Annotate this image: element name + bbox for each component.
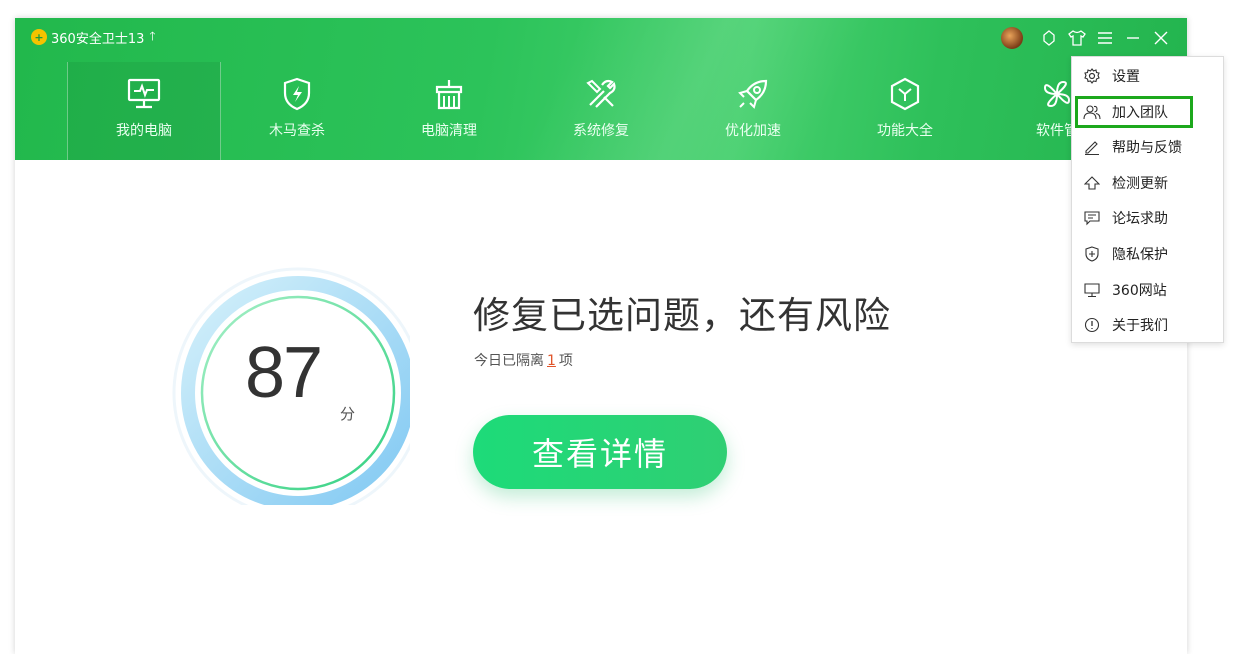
score-value: 87 [245, 333, 323, 413]
arrow-up-icon [1083, 174, 1101, 192]
cube-icon [889, 76, 921, 112]
gear-icon [1083, 67, 1101, 85]
menu-item-check-update[interactable]: 检测更新 [1072, 166, 1223, 200]
main-nav: 我的电脑 木马查杀 电脑清理 系统修复 优化加速 功能大全 软件管 [67, 62, 1133, 160]
menu-item-label: 加入团队 [1112, 105, 1168, 121]
nav-label: 我的电脑 [116, 123, 172, 139]
score-unit: 分 [340, 405, 356, 423]
nav-item-trojan-scan[interactable]: 木马查杀 [221, 62, 373, 160]
menu-item-label: 360网站 [1112, 283, 1167, 299]
close-icon[interactable] [1147, 24, 1175, 52]
pen-icon [1083, 138, 1101, 156]
window-controls [1001, 24, 1175, 52]
monitor-icon [127, 76, 161, 112]
menu-item-label: 帮助与反馈 [1112, 140, 1182, 156]
rocket-icon [736, 76, 770, 112]
menu-item-help-feedback[interactable]: 帮助与反馈 [1072, 130, 1223, 164]
menu-item-settings[interactable]: 设置 [1072, 59, 1223, 93]
team-icon [1083, 103, 1101, 121]
info-icon [1083, 316, 1101, 334]
nav-label: 电脑清理 [421, 123, 477, 139]
menu-item-about[interactable]: 关于我们 [1072, 308, 1223, 342]
nav-item-all-features[interactable]: 功能大全 [829, 62, 981, 160]
main-menu-icon[interactable] [1091, 24, 1119, 52]
quarantine-suffix: 项 [558, 353, 573, 369]
nav-label: 木马查杀 [269, 123, 325, 139]
quarantine-prefix: 今日已隔离 [474, 353, 544, 369]
header-bar: + 360安全卫士13 🡑 我的电脑 木马查杀 电脑清理 系统修复 优化加速 功… [15, 18, 1187, 160]
wrench-icon [584, 76, 618, 112]
privacy-shield-icon [1083, 245, 1101, 263]
nav-label: 系统修复 [573, 123, 629, 139]
app-title: + 360安全卫士13 🡑 [31, 27, 156, 48]
status-headline: 修复已选问题，还有风险 [473, 294, 891, 337]
broom-icon [433, 76, 465, 112]
app-logo-icon: + [31, 29, 47, 45]
avatar[interactable] [1001, 27, 1023, 49]
quarantine-summary: 今日已隔离 1 项 [474, 350, 573, 370]
message-icon [1083, 209, 1101, 227]
menu-item-label: 设置 [1112, 69, 1140, 85]
monitor-icon [1083, 281, 1101, 299]
menu-item-forum-help[interactable]: 论坛求助 [1072, 201, 1223, 235]
nav-label: 优化加速 [725, 123, 781, 139]
minimize-icon[interactable] [1119, 24, 1147, 52]
nav-item-my-computer[interactable]: 我的电脑 [67, 62, 221, 160]
notification-icon[interactable] [1035, 24, 1063, 52]
menu-item-label: 关于我们 [1112, 318, 1168, 334]
menu-item-website[interactable]: 360网站 [1072, 273, 1223, 307]
view-details-button[interactable]: 查看详情 [473, 415, 727, 489]
nav-label: 功能大全 [877, 123, 933, 139]
software-icon [1041, 76, 1073, 112]
shield-icon [282, 76, 312, 112]
upgrade-arrow-icon[interactable]: 🡑 [149, 27, 155, 48]
skin-shirt-icon[interactable] [1063, 24, 1091, 52]
menu-item-label: 检测更新 [1112, 176, 1168, 192]
app-title-text: 360安全卫士13 [51, 31, 145, 47]
main-dropdown-menu: 设置 加入团队 帮助与反馈 检测更新 论坛求助 隐私保护 360网站 关于我们 [1071, 56, 1224, 343]
quarantine-count-link[interactable]: 1 [547, 353, 556, 369]
menu-item-label: 隐私保护 [1112, 247, 1168, 263]
menu-item-label: 论坛求助 [1112, 211, 1168, 227]
nav-item-cleanup[interactable]: 电脑清理 [373, 62, 525, 160]
menu-item-privacy[interactable]: 隐私保护 [1072, 237, 1223, 271]
nav-item-speedup[interactable]: 优化加速 [677, 62, 829, 160]
nav-item-system-repair[interactable]: 系统修复 [525, 62, 677, 160]
menu-item-join-team[interactable]: 加入团队 [1072, 95, 1223, 129]
